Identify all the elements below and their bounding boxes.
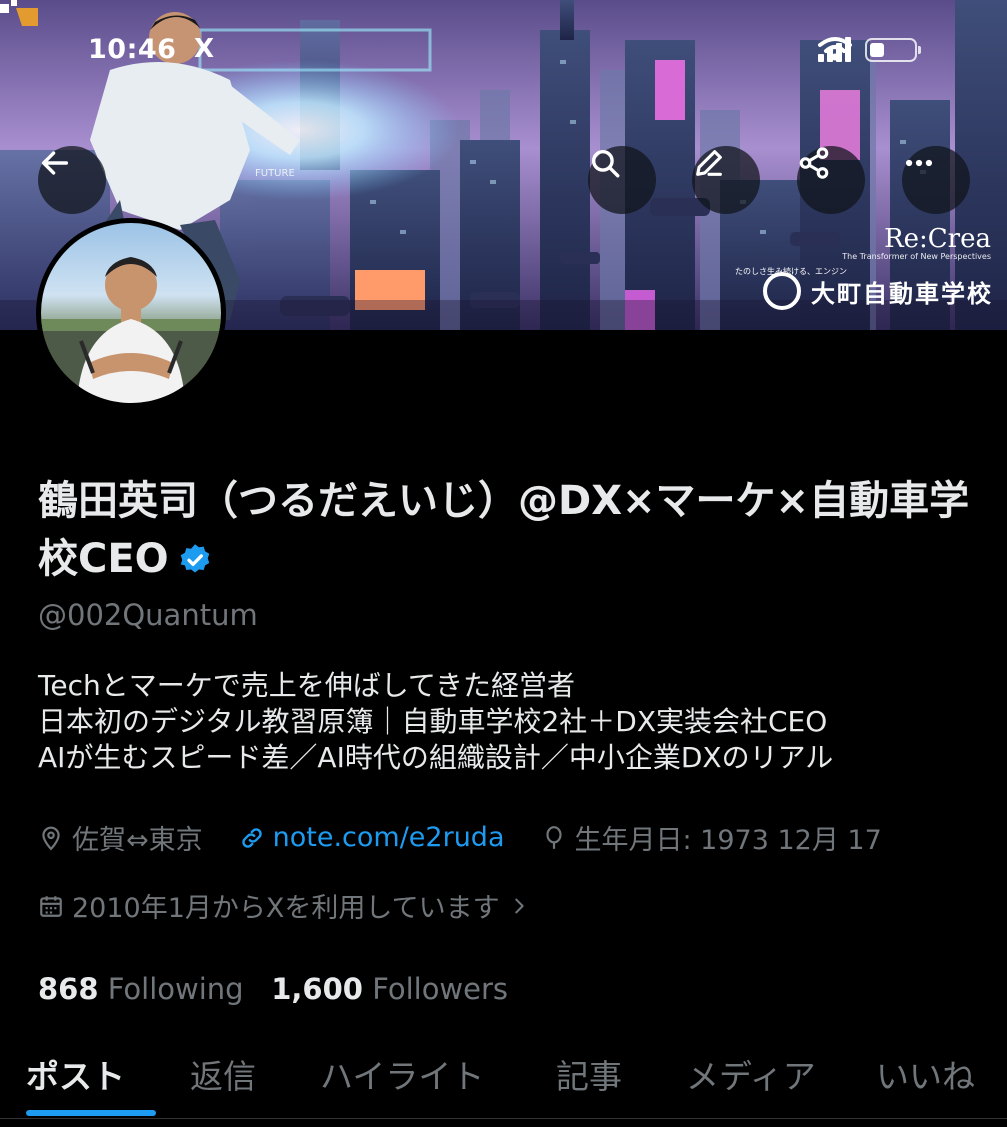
recrea-tagline: The Transformer of New Perspectives [842,252,991,261]
omachi-logo: 大町自動車学校 [763,272,993,310]
tab-highlights[interactable]: ハイライト [320,1050,484,1098]
link-icon [241,827,262,848]
edit-button[interactable] [692,146,760,214]
calendar-icon [40,895,62,917]
website-link[interactable]: note.com/e2ruda [273,822,505,853]
balloon-icon [545,825,562,849]
profile-website[interactable]: note.com/e2ruda [239,822,505,853]
wifi-icon [818,37,852,61]
pencil-icon [696,150,722,176]
followers-link[interactable]: 1,600 Followers [271,972,508,1006]
avatar[interactable] [36,218,226,408]
battery-icon [865,38,921,62]
x-app-icon: X [194,34,215,64]
status-time: 10:46 [88,34,177,65]
tab-likes[interactable]: いいね [876,1050,975,1098]
tab-media[interactable]: メディア [686,1050,816,1098]
following-count: 868 [38,972,99,1006]
recrea-logo: Re:Crea The Transformer of New Perspecti… [842,224,991,261]
follow-counts: 868 Following 1,600 Followers [38,972,508,1006]
profile-meta-row: 佐賀⇔東京 note.com/e2ruda 生年月日: 1973 12月 17 [38,818,918,857]
search-button[interactable] [588,146,656,214]
avatar-photo [41,223,221,403]
location-pin-icon [42,826,60,850]
arrow-left-icon [41,151,69,175]
share-icon [799,147,829,179]
active-tab-indicator [26,1110,156,1116]
tabs-divider [0,1118,1007,1119]
omachi-ring-icon [763,272,801,310]
more-button[interactable] [902,146,970,214]
banner-future-text: FUTURE [255,168,295,179]
profile-name: 鶴田英司（つるだえいじ）@DX×マーケ×自動車学校CEO [38,478,970,582]
bio-line: AIが生むスピード差／AI時代の組織設計／中小企業DXのリアル [38,741,834,774]
tab-articles[interactable]: 記事 [556,1050,622,1098]
profile-handle: @002Quantum [38,598,258,632]
tab-replies[interactable]: 返信 [190,1050,256,1098]
search-icon [591,149,620,178]
profile-joined[interactable]: 2010年1月からXを利用しています [38,886,530,925]
chevron-right-icon [514,898,524,913]
back-button[interactable] [38,146,106,214]
status-indicators [818,36,921,62]
profile-location: 佐賀⇔東京 [38,818,203,857]
following-label: Following [107,972,244,1006]
verified-badge-icon[interactable] [177,542,213,578]
more-icon [905,159,933,167]
bio-line: Techとマーケで売上を伸ばしてきた経営者 [38,669,576,702]
bio-line: 日本初のデジタル教習原簿｜自動車学校2社＋DX実装会社CEO [38,705,828,738]
profile-joined-row[interactable]: 2010年1月からXを利用しています [38,886,566,925]
tab-posts[interactable]: ポスト [26,1050,125,1098]
followers-label: Followers [372,972,509,1006]
recrea-logo-mark [0,0,38,26]
followers-count: 1,600 [271,972,363,1006]
following-link[interactable]: 868 Following [38,972,244,1006]
share-button[interactable] [797,146,865,214]
profile-birthday: 生年月日: 1973 12月 17 [541,818,882,857]
profile-bio: Techとマーケで売上を伸ばしてきた経営者 日本初のデジタル教習原簿｜自動車学校… [38,668,833,776]
